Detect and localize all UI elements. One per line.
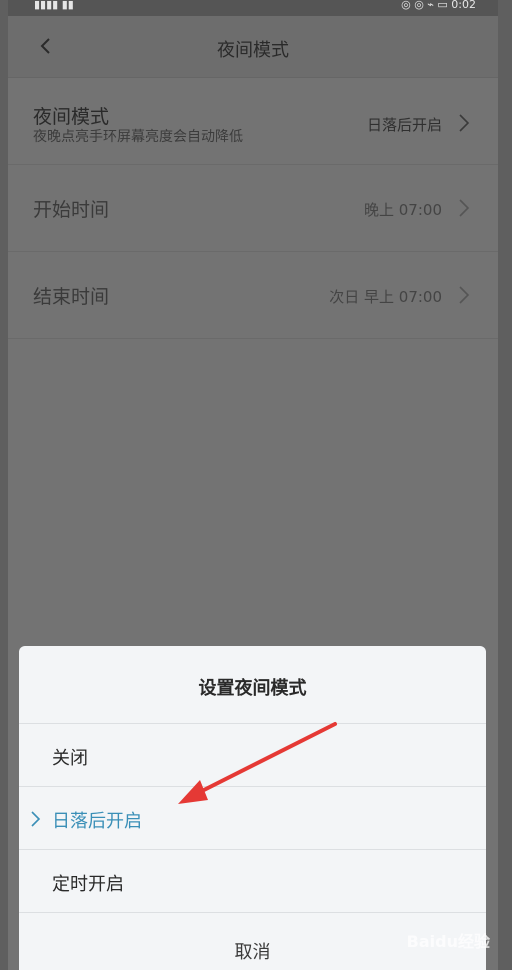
setting-value: 晚上 07:00 (364, 201, 442, 219)
setting-label: 开始时间 (33, 199, 110, 221)
title-bar: 夜间模式 (8, 16, 498, 78)
setting-value: 日落后开启 (366, 116, 442, 134)
screen-gutter-right (498, 0, 512, 970)
dialog-title: 设置夜间模式 (19, 646, 486, 724)
option-off[interactable]: 关闭 (19, 724, 486, 787)
signal-indicator: ▮▮▮▮ ▮▮ (34, 0, 74, 11)
setting-value: 次日 早上 07:00 (329, 288, 442, 306)
option-label: 日落后开启 (52, 811, 142, 832)
status-icons: ◎ ◎ ⌁ ▭ 0:02 (401, 0, 476, 11)
option-label: 关闭 (52, 748, 88, 769)
setting-night-mode[interactable]: 夜间模式 夜晚点亮手环屏幕亮度会自动降低 日落后开启 (8, 78, 498, 165)
setting-start-time[interactable]: 开始时间 晚上 07:00 (8, 165, 498, 252)
option-label: 定时开启 (52, 874, 124, 895)
selected-chevron-icon (31, 811, 41, 827)
setting-label: 结束时间 (33, 286, 110, 308)
chevron-right-icon (459, 199, 470, 217)
chevron-right-icon (459, 114, 470, 132)
status-bar: ▮▮▮▮ ▮▮ ◎ ◎ ⌁ ▭ 0:02 (8, 0, 498, 16)
baidu-watermark: Baidu经验 (406, 932, 490, 951)
setting-end-time[interactable]: 结束时间 次日 早上 07:00 (8, 252, 498, 339)
page-title: 夜间模式 (217, 40, 289, 61)
option-after-sunset[interactable]: 日落后开启 (19, 787, 486, 850)
option-scheduled[interactable]: 定时开启 (19, 850, 486, 913)
setting-description: 夜晚点亮手环屏幕亮度会自动降低 (33, 129, 243, 145)
night-mode-dialog: 设置夜间模式 关闭 日落后开启 定时开启 取消 (19, 646, 486, 970)
setting-label: 夜间模式 (33, 106, 110, 128)
screen-gutter-left (0, 0, 8, 970)
chevron-right-icon (459, 286, 470, 304)
